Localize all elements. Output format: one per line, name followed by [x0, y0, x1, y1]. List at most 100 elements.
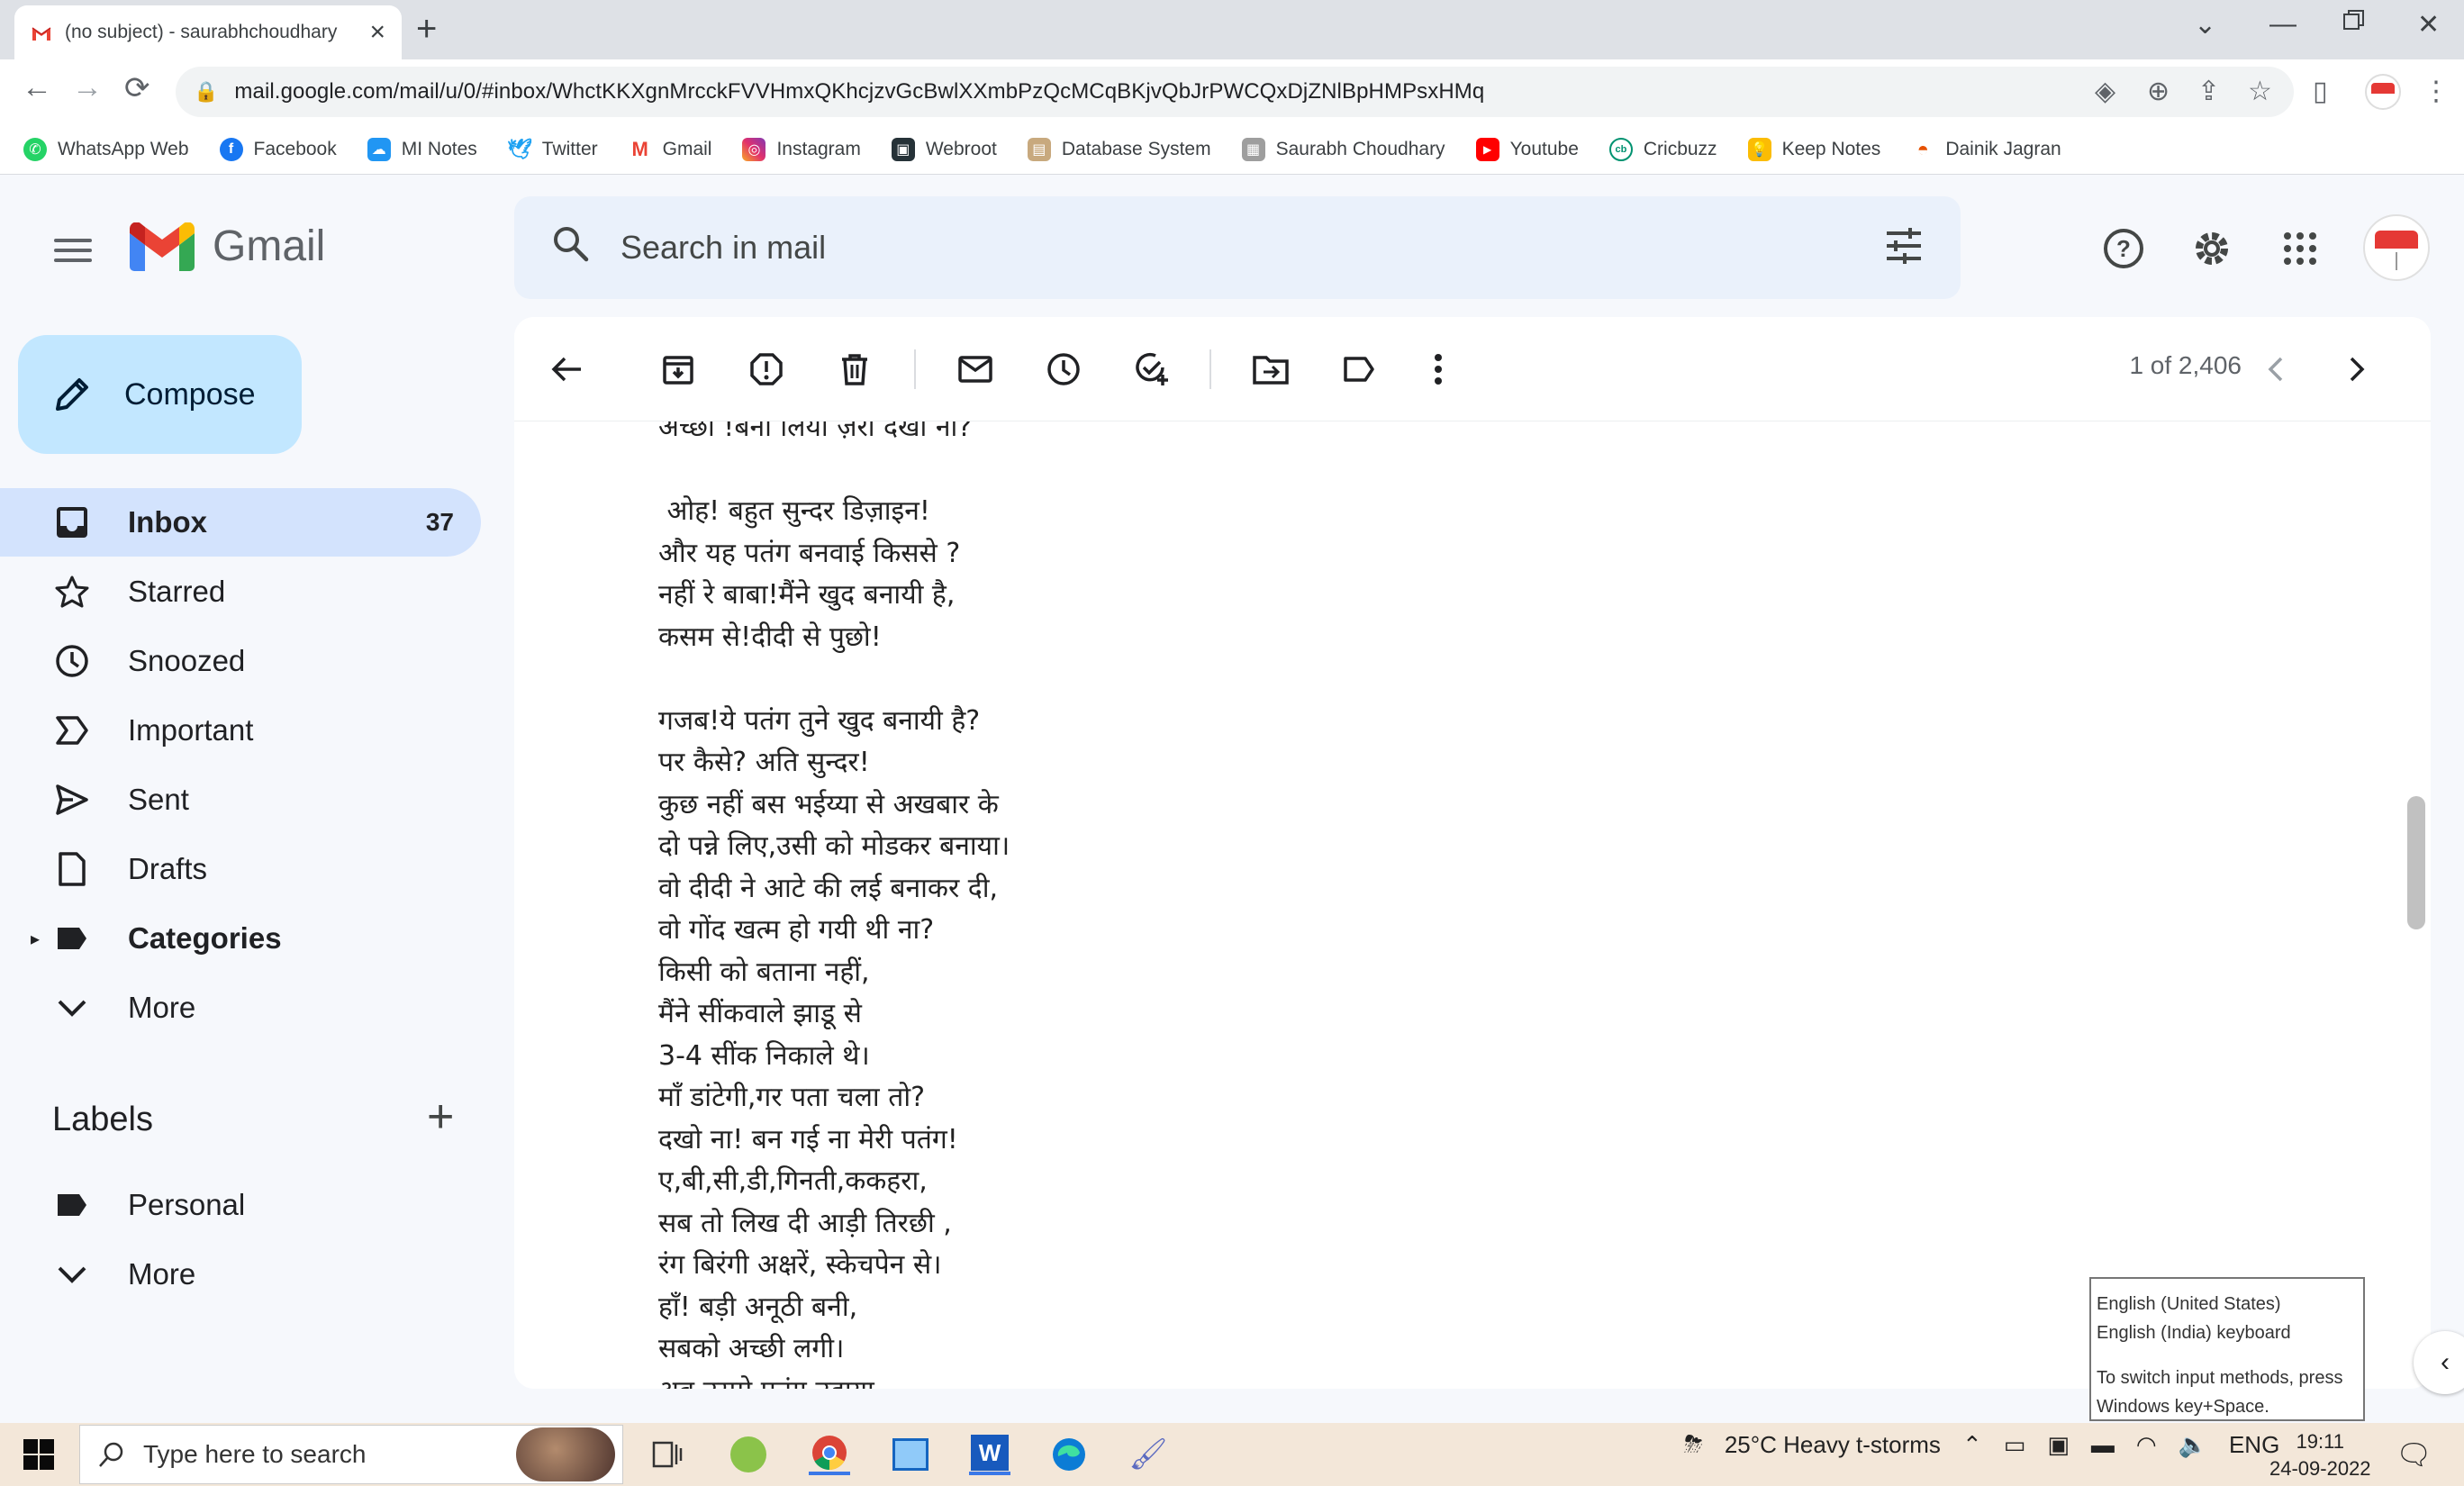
search-input[interactable]: Search in mail: [621, 229, 826, 267]
ime-language: English (United States): [2097, 1294, 2281, 1314]
sidebar-label-personal[interactable]: Personal: [0, 1171, 481, 1239]
restore-icon: [2343, 10, 2364, 30]
volume-icon[interactable]: 🔈: [2179, 1431, 2207, 1459]
apps-grid-icon[interactable]: [2275, 223, 2325, 274]
sidebar-item-inbox[interactable]: Inbox 37: [0, 488, 481, 557]
add-to-tasks-icon[interactable]: [1132, 349, 1172, 389]
label-tag-icon[interactable]: [1339, 349, 1379, 389]
settings-gear-icon[interactable]: [2187, 223, 2237, 274]
back-button[interactable]: ←: [22, 70, 52, 105]
expand-arrow-icon[interactable]: ▸: [31, 928, 40, 950]
weather-text[interactable]: 25°C Heavy t-storms: [1725, 1431, 1941, 1459]
close-tab-icon[interactable]: ×: [369, 17, 385, 48]
add-label-button[interactable]: +: [427, 1090, 454, 1144]
wifi-icon[interactable]: ◠: [2136, 1431, 2157, 1459]
bookmark-webroot[interactable]: ▣ Webroot: [891, 137, 997, 161]
tab-title: (no subject) - saurabhchoudhary: [65, 22, 338, 42]
bookmark-star-icon[interactable]: ☆: [2248, 76, 2272, 107]
extension-icon[interactable]: ◈: [2095, 76, 2115, 107]
zoom-icon[interactable]: ⊕: [2147, 76, 2170, 107]
sidebar-item-starred[interactable]: Starred: [0, 557, 481, 626]
report-spam-icon[interactable]: [747, 349, 786, 389]
browser-tab-gmail[interactable]: (no subject) - saurabhchoudhary ×: [14, 5, 402, 59]
weather-icon[interactable]: ⛈: [1684, 1430, 1703, 1459]
windows-start-icon[interactable]: [23, 1439, 54, 1474]
compose-button[interactable]: Compose: [18, 335, 302, 454]
scrollbar-thumb[interactable]: [2407, 796, 2425, 929]
restore-button[interactable]: [2342, 7, 2367, 40]
bookmark-instagram[interactable]: ◎ Instagram: [742, 137, 861, 161]
word-icon[interactable]: W: [969, 1434, 1010, 1475]
bookmark-gmail[interactable]: M Gmail: [629, 138, 711, 161]
new-tab-button[interactable]: +: [416, 9, 437, 50]
taskbar-clock[interactable]: 19:11 24-09-2022: [2269, 1428, 2371, 1482]
close-window-button[interactable]: ✕: [2417, 9, 2440, 41]
notes-icon[interactable]: ▣: [2047, 1431, 2070, 1459]
sidebar-item-important[interactable]: Important: [0, 696, 481, 765]
paint-icon[interactable]: 🖌: [1128, 1434, 1169, 1475]
minimize-button[interactable]: —: [2269, 9, 2296, 40]
sidebar-item-more[interactable]: More: [0, 974, 481, 1042]
label-icon: [54, 920, 90, 956]
instagram-icon: ◎: [742, 137, 766, 161]
sidebar-item-snoozed[interactable]: Snoozed: [0, 627, 481, 695]
account-avatar[interactable]: [2363, 214, 2430, 281]
photos-app-icon[interactable]: [890, 1434, 931, 1475]
bookmark-youtube[interactable]: ▶ Youtube: [1475, 137, 1579, 161]
gmail-logo[interactable]: Gmail: [130, 222, 325, 271]
main-menu-button[interactable]: [54, 232, 92, 268]
notification-center-icon[interactable]: 🗨: [2396, 1437, 2432, 1472]
bookmark-whatsapp[interactable]: ✆ WhatsApp Web: [23, 137, 189, 161]
edge-icon[interactable]: [1048, 1434, 1090, 1475]
label-icon: [54, 1187, 90, 1223]
device-icon[interactable]: ▭: [2004, 1431, 2026, 1459]
app-green-icon[interactable]: [728, 1434, 769, 1475]
bookmark-facebook[interactable]: f Facebook: [219, 137, 337, 161]
important-icon: [54, 712, 90, 748]
bookmark-database-system[interactable]: ▤ Database System: [1027, 137, 1211, 161]
message-line: वो गोंद खत्म हो गयी थी ना?: [658, 914, 935, 946]
toolbar-divider: [914, 349, 916, 389]
help-icon[interactable]: ?: [2098, 223, 2149, 274]
bookmark-mi-notes[interactable]: ☁ MI Notes: [367, 137, 477, 161]
browser-menu-icon[interactable]: ⋮: [2423, 76, 2450, 107]
battery-icon[interactable]: ▬: [2091, 1431, 2115, 1459]
forward-button[interactable]: →: [72, 70, 103, 105]
reload-button[interactable]: ⟳: [124, 70, 150, 106]
sidebar-item-drafts[interactable]: Drafts: [0, 835, 481, 903]
tab-search-icon[interactable]: ⌄: [2194, 9, 2216, 41]
newer-chevron-left-icon[interactable]: [2256, 349, 2296, 389]
share-icon[interactable]: ⇪: [2197, 76, 2220, 107]
bookmark-cricbuzz[interactable]: cb Cricbuzz: [1608, 137, 1717, 161]
bookmark-twitter[interactable]: 🕊 Twitter: [507, 138, 598, 161]
side-panel-icon[interactable]: ▯: [2313, 76, 2328, 107]
older-chevron-right-icon[interactable]: [2337, 349, 2377, 389]
sidebar-item-categories[interactable]: ▸ Categories: [0, 904, 481, 973]
bookmark-saurabh[interactable]: ▦ Saurabh Choudhary: [1241, 137, 1445, 161]
search-icon[interactable]: [550, 223, 590, 273]
more-options-icon[interactable]: [1418, 349, 1458, 389]
bookmark-dainik-jagran[interactable]: ◓ Dainik Jagran: [1911, 138, 2061, 161]
search-options-icon[interactable]: [1883, 225, 1925, 271]
taskbar-search-box[interactable]: Type here to search: [79, 1425, 623, 1484]
chrome-icon[interactable]: [809, 1434, 850, 1475]
snooze-clock-icon[interactable]: [1044, 349, 1083, 389]
message-line: और यह पतंग बनवाई किससे ?: [658, 537, 961, 569]
search-bar[interactable]: Search in mail: [514, 196, 1961, 299]
sidebar-item-sent[interactable]: Sent: [0, 766, 481, 834]
address-bar[interactable]: 🔒 mail.google.com/mail/u/0/#inbox/WhctKK…: [176, 67, 2294, 117]
message-line: पर कैसे? अति सुन्दर!: [658, 747, 870, 778]
message-line: माँ डांटेगी,गर पता चला तो?: [658, 1082, 926, 1113]
bookmark-keep-notes[interactable]: 💡 Keep Notes: [1747, 137, 1880, 161]
chevron-up-icon[interactable]: ⌃: [1962, 1431, 1982, 1459]
back-to-inbox-icon[interactable]: [547, 349, 586, 389]
message-line: ओह! बहुत सुन्दर डिज़ाइन!: [658, 495, 930, 527]
archive-icon[interactable]: [658, 349, 698, 389]
sidebar-labels-more[interactable]: More: [0, 1240, 481, 1309]
delete-trash-icon[interactable]: [835, 349, 874, 389]
mark-unread-icon[interactable]: [956, 349, 995, 389]
move-to-folder-icon[interactable]: [1251, 349, 1291, 389]
profile-avatar[interactable]: [2365, 74, 2401, 110]
message-line: 3-4 सींक निकाले थे।: [658, 1039, 870, 1072]
task-view-icon[interactable]: [647, 1434, 688, 1475]
